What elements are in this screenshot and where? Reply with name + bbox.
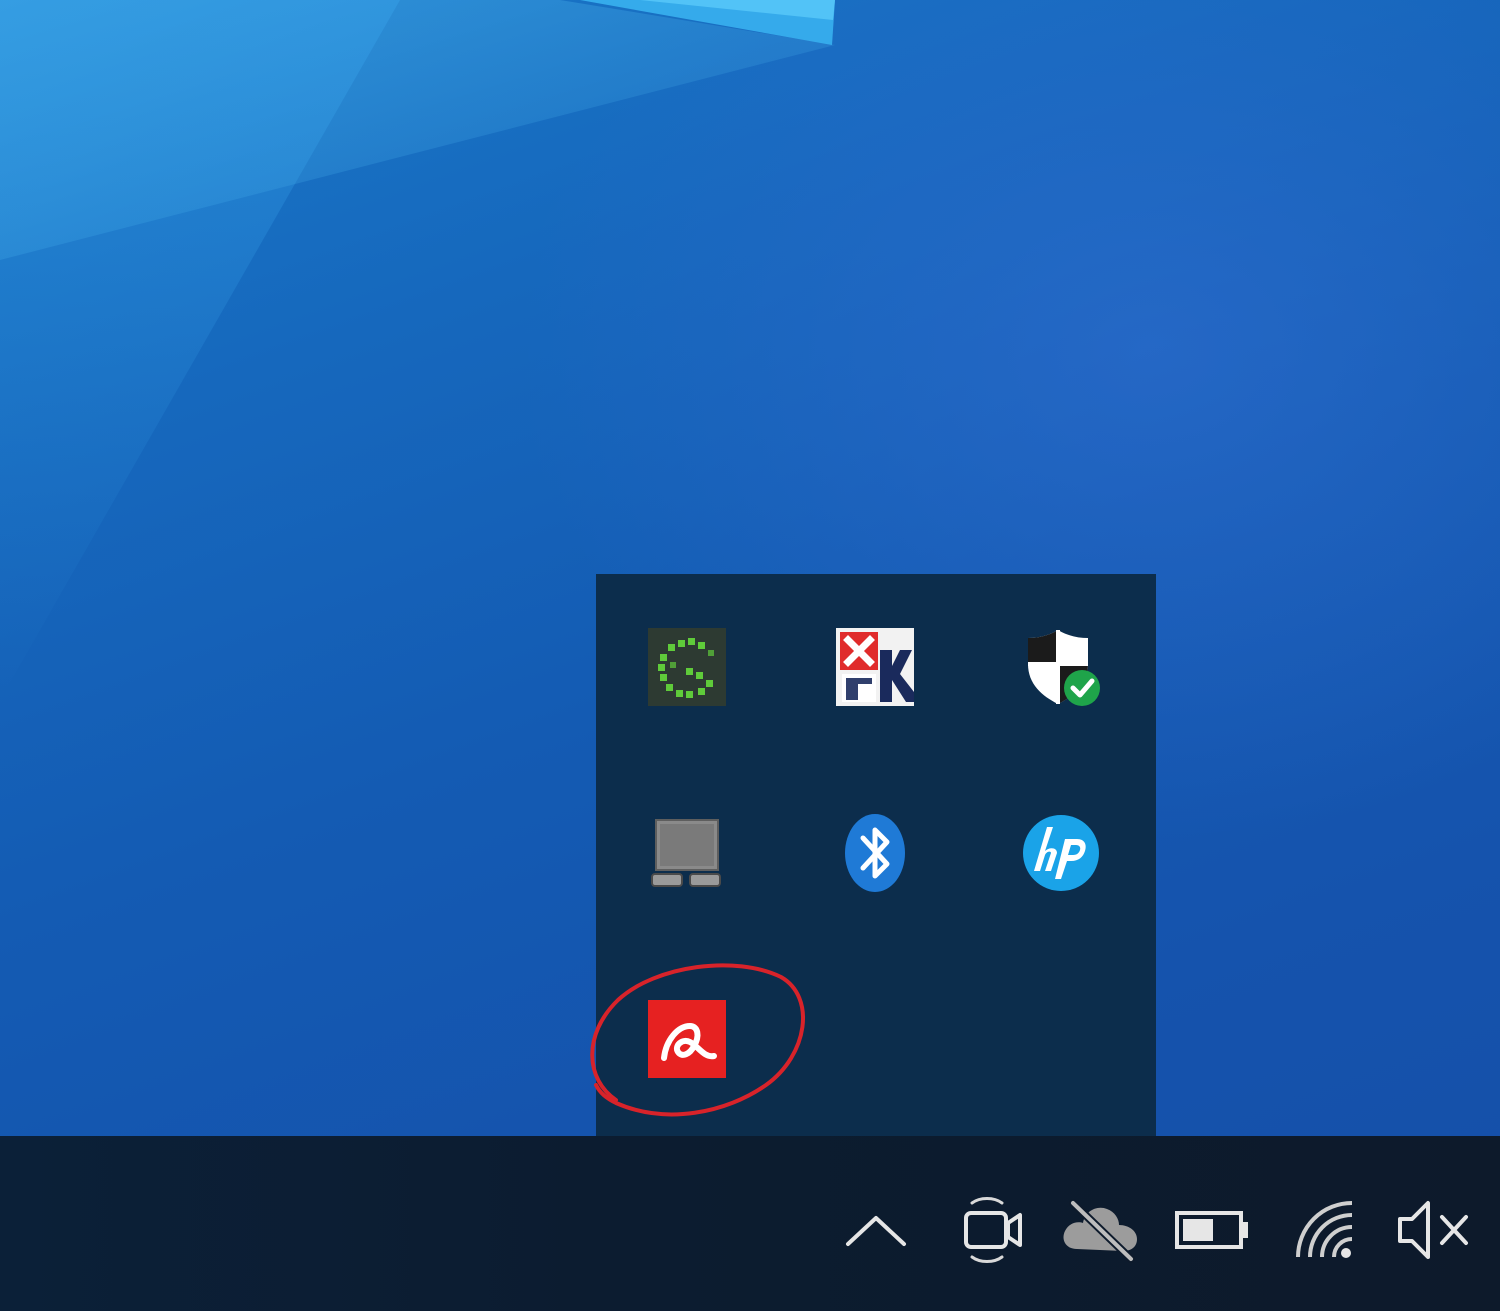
greenshot-icon[interactable] bbox=[642, 622, 732, 712]
speaker-muted-icon[interactable] bbox=[1390, 1180, 1474, 1280]
meet-now-camera-icon[interactable] bbox=[955, 1180, 1027, 1280]
show-hidden-icons-chevron-up-icon[interactable] bbox=[840, 1180, 912, 1280]
taskbar bbox=[0, 1136, 1500, 1311]
hp-icon[interactable] bbox=[1016, 808, 1106, 898]
kaspersky-style-red-x-icon[interactable] bbox=[830, 622, 920, 712]
notification-area-overflow-panel bbox=[596, 574, 1156, 1136]
windows-security-shield-icon[interactable] bbox=[1016, 622, 1106, 712]
wifi-icon[interactable] bbox=[1290, 1180, 1360, 1280]
battery-icon[interactable] bbox=[1172, 1180, 1252, 1280]
device-removal-icon[interactable] bbox=[642, 808, 732, 898]
onedrive-offline-cloud-icon[interactable] bbox=[1058, 1180, 1142, 1280]
bluetooth-icon[interactable] bbox=[830, 808, 920, 898]
avira-icon[interactable] bbox=[642, 994, 732, 1084]
